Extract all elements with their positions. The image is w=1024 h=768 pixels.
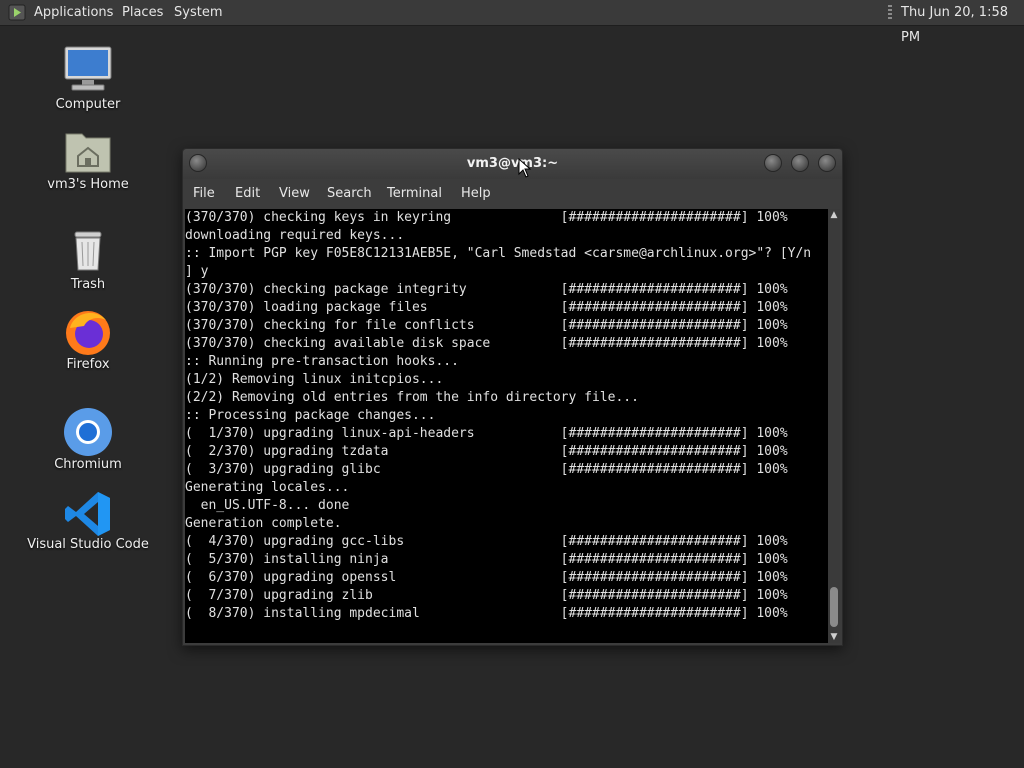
terminal-line: ( 2/370) upgrading tzdata [#############…	[185, 444, 788, 459]
menu-file[interactable]: File	[193, 179, 215, 209]
terminal-line: Generation complete.	[185, 516, 342, 531]
terminal-line: (2/2) Removing old entries from the info…	[185, 390, 639, 405]
desktop-icon-trash[interactable]: Trash	[18, 226, 158, 296]
terminal-line: (370/370) checking package integrity [##…	[185, 282, 788, 297]
scrollbar-thumb[interactable]	[830, 587, 838, 627]
terminal-line: (370/370) loading package files [#######…	[185, 300, 788, 315]
terminal-line: en_US.UTF-8... done	[185, 498, 350, 513]
terminal-line: Generating locales...	[185, 480, 350, 495]
applications-menu[interactable]: Applications	[34, 0, 113, 25]
terminal-line: :: Import PGP key F05E8C12131AEB5E, "Car…	[185, 246, 812, 261]
menu-search[interactable]: Search	[327, 179, 372, 209]
menu-help[interactable]: Help	[461, 179, 491, 209]
desktop-icon-chromium[interactable]: Chromium	[18, 406, 158, 476]
terminal-menubar: File Edit View Search Terminal Help	[183, 179, 842, 209]
desktop-icon-label: vm3's Home	[47, 177, 129, 192]
chromium-icon	[64, 408, 112, 456]
desktop-icon-vscode[interactable]: Visual Studio Code	[18, 488, 158, 558]
desktop-icon-computer[interactable]: Computer	[18, 44, 158, 114]
terminal-line: :: Processing package changes...	[185, 408, 436, 423]
terminal-output: (370/370) checking keys in keyring [####…	[185, 209, 811, 623]
top-panel: Applications Places System Thu Jun 20, 1…	[0, 0, 1024, 45]
terminal-line: ( 1/370) upgrading linux-api-headers [##…	[185, 426, 788, 441]
terminal-line: ] y	[185, 264, 209, 279]
terminal-line: (370/370) checking available disk space …	[185, 336, 788, 351]
scroll-down-arrow-icon[interactable]: ▼	[828, 631, 840, 643]
system-menu[interactable]: System	[174, 0, 222, 25]
trash-icon	[74, 231, 102, 271]
computer-icon	[64, 46, 112, 91]
desktop-icon-label: Trash	[70, 277, 106, 292]
terminal-window[interactable]: vm3@vm3:~ File Edit View Search Terminal…	[182, 148, 843, 646]
places-menu[interactable]: Places	[122, 0, 163, 25]
terminal-line: ( 7/370) upgrading zlib [###############…	[185, 588, 788, 603]
terminal-line: downloading required keys...	[185, 228, 405, 243]
desktop-icon-label: Computer	[55, 97, 121, 112]
scroll-up-arrow-icon[interactable]: ▲	[828, 209, 840, 221]
desktop-icon-label: Visual Studio Code	[27, 537, 149, 552]
terminal-line: (370/370) checking keys in keyring [####…	[185, 210, 788, 225]
close-button[interactable]	[818, 154, 836, 172]
panel-separator	[888, 5, 892, 20]
desktop-icon-firefox[interactable]: Firefox	[18, 306, 158, 376]
window-titlebar[interactable]: vm3@vm3:~	[183, 149, 842, 179]
terminal-line: ( 3/370) upgrading glibc [##############…	[185, 462, 788, 477]
home-folder-icon	[65, 133, 111, 173]
terminal-line: ( 5/370) installing ninja [#############…	[185, 552, 788, 567]
terminal-line: ( 6/370) upgrading openssl [############…	[185, 570, 788, 585]
mouse-pointer-icon	[518, 158, 532, 178]
desktop-icon-label: Chromium	[54, 457, 122, 472]
vscode-icon	[65, 492, 110, 536]
clock[interactable]: Thu Jun 20, 1:58 PM	[901, 0, 1024, 45]
menu-terminal[interactable]: Terminal	[387, 179, 442, 209]
terminal-line: ( 8/370) installing mpdecimal [#########…	[185, 606, 788, 621]
desktop-icon-home[interactable]: vm3's Home	[18, 126, 158, 196]
desktop-icon-label: Firefox	[66, 357, 110, 372]
terminal-line: :: Running pre-transaction hooks...	[185, 354, 459, 369]
terminal-line: (1/2) Removing linux initcpios...	[185, 372, 444, 387]
firefox-icon	[66, 311, 110, 355]
window-title: vm3@vm3:~	[466, 156, 559, 171]
maximize-button[interactable]	[791, 154, 809, 172]
terminal-output-area[interactable]: (370/370) checking keys in keyring [####…	[185, 209, 828, 643]
applications-logo-icon[interactable]	[8, 4, 26, 21]
terminal-line: (370/370) checking for file conflicts [#…	[185, 318, 788, 333]
menu-view[interactable]: View	[279, 179, 310, 209]
terminal-line: ( 4/370) upgrading gcc-libs [###########…	[185, 534, 788, 549]
menu-edit[interactable]: Edit	[235, 179, 260, 209]
minimize-button[interactable]	[764, 154, 782, 172]
vertical-scrollbar[interactable]: ▲ ▼	[828, 209, 840, 643]
